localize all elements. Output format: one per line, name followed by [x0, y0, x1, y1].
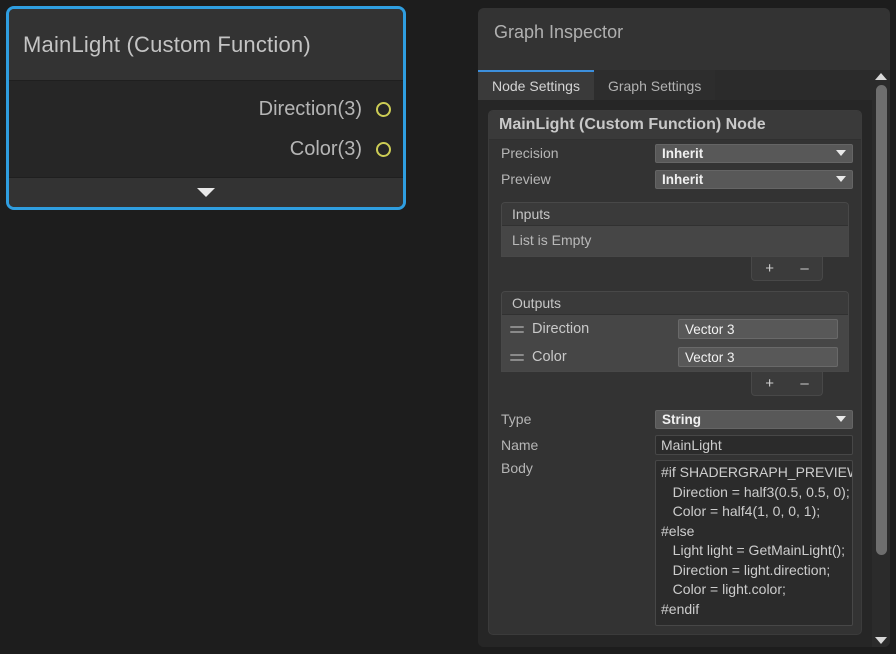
- tab-label: Graph Settings: [608, 78, 701, 94]
- drag-handle-icon[interactable]: [510, 354, 524, 361]
- type-dropdown[interactable]: String: [655, 410, 853, 429]
- scroll-down-arrow-icon[interactable]: [875, 637, 887, 644]
- output-type-dropdown[interactable]: Vector 3: [678, 347, 838, 367]
- precision-dropdown[interactable]: Inherit: [655, 144, 853, 163]
- inputs-list: Inputs List is Empty + –: [501, 202, 849, 281]
- outputs-list-item[interactable]: Color Vector 3: [502, 343, 848, 371]
- name-input[interactable]: MainLight: [655, 435, 853, 455]
- type-field-row: Type String: [489, 406, 861, 432]
- body-field-row: Body #if SHADERGRAPH_PREVIEW Direction =…: [489, 458, 861, 626]
- tab-graph-settings[interactable]: Graph Settings: [594, 70, 715, 100]
- add-input-button[interactable]: +: [761, 261, 778, 276]
- chevron-down-icon: [836, 176, 846, 182]
- scroll-up-arrow-icon[interactable]: [875, 73, 887, 80]
- preview-label: Preview: [501, 171, 649, 187]
- output-port-direction[interactable]: Direction(3): [9, 89, 403, 129]
- tab-label: Node Settings: [492, 78, 580, 94]
- inputs-list-empty-message: List is Empty: [502, 226, 848, 256]
- inspector-header[interactable]: Graph Inspector: [478, 8, 890, 70]
- name-field-row: Name MainLight: [489, 432, 861, 458]
- remove-output-button[interactable]: –: [796, 376, 812, 391]
- chevron-down-icon: [197, 188, 215, 197]
- inputs-list-footer: + –: [501, 257, 849, 281]
- tab-node-settings[interactable]: Node Settings: [478, 70, 594, 100]
- inputs-list-header: Inputs: [502, 203, 848, 226]
- shader-graph-window: MainLight (Custom Function) Direction(3)…: [0, 0, 896, 654]
- remove-input-button[interactable]: –: [796, 261, 812, 276]
- inspector-scrollbar[interactable]: [872, 70, 890, 647]
- output-port-color[interactable]: Color(3): [9, 129, 403, 169]
- precision-field-row: Precision Inherit: [489, 140, 861, 166]
- outputs-list-frame: Outputs Direction Vector 3 Color: [501, 291, 849, 372]
- inspector-title: Graph Inspector: [494, 22, 874, 43]
- outputs-list-footer: + –: [501, 372, 849, 396]
- output-type-value: Vector 3: [685, 322, 735, 337]
- inspector-content: MainLight (Custom Function) Node Precisi…: [478, 100, 872, 647]
- preview-dropdown[interactable]: Inherit: [655, 170, 853, 189]
- chevron-down-icon: [836, 416, 846, 422]
- type-value: String: [662, 412, 701, 427]
- precision-value: Inherit: [662, 146, 703, 161]
- node-title: MainLight (Custom Function): [23, 32, 311, 58]
- outputs-list-item[interactable]: Direction Vector 3: [502, 315, 848, 343]
- scrollbar-thumb[interactable]: [876, 85, 887, 555]
- name-label: Name: [501, 437, 649, 453]
- output-name: Color: [532, 349, 670, 365]
- chevron-down-icon: [836, 150, 846, 156]
- port-connector-icon[interactable]: [376, 142, 391, 157]
- port-connector-icon[interactable]: [376, 102, 391, 117]
- custom-function-node[interactable]: MainLight (Custom Function) Direction(3)…: [6, 6, 406, 210]
- node-settings-panel-title: MainLight (Custom Function) Node: [489, 111, 861, 140]
- inputs-list-buttons: + –: [751, 257, 823, 281]
- precision-label: Precision: [501, 145, 649, 161]
- output-type-value: Vector 3: [685, 350, 735, 365]
- node-collapse-toggle[interactable]: [9, 177, 403, 207]
- outputs-list: Outputs Direction Vector 3 Color: [501, 291, 849, 396]
- output-type-dropdown[interactable]: Vector 3: [678, 319, 838, 339]
- node-output-ports: Direction(3) Color(3): [9, 81, 403, 177]
- outputs-list-buttons: + –: [751, 372, 823, 396]
- graph-canvas[interactable]: MainLight (Custom Function) Direction(3)…: [0, 0, 470, 654]
- node-settings-panel: MainLight (Custom Function) Node Precisi…: [488, 110, 862, 635]
- inputs-list-frame: Inputs List is Empty: [501, 202, 849, 257]
- output-port-label: Color(3): [290, 138, 362, 161]
- inspector-tabbar[interactable]: Node Settings Graph Settings: [478, 70, 890, 100]
- name-value: MainLight: [661, 437, 722, 453]
- body-code-input[interactable]: #if SHADERGRAPH_PREVIEW Direction = half…: [655, 460, 853, 626]
- type-label: Type: [501, 411, 649, 427]
- body-label: Body: [501, 460, 649, 476]
- node-header[interactable]: MainLight (Custom Function): [9, 9, 403, 81]
- preview-value: Inherit: [662, 172, 703, 187]
- add-output-button[interactable]: +: [761, 376, 778, 391]
- output-port-label: Direction(3): [259, 98, 362, 121]
- graph-inspector[interactable]: Graph Inspector Node Settings Graph Sett…: [478, 8, 890, 647]
- scrollbar-track[interactable]: [872, 83, 890, 634]
- preview-field-row: Preview Inherit: [489, 166, 861, 192]
- drag-handle-icon[interactable]: [510, 326, 524, 333]
- outputs-list-header: Outputs: [502, 292, 848, 315]
- output-name: Direction: [532, 321, 670, 337]
